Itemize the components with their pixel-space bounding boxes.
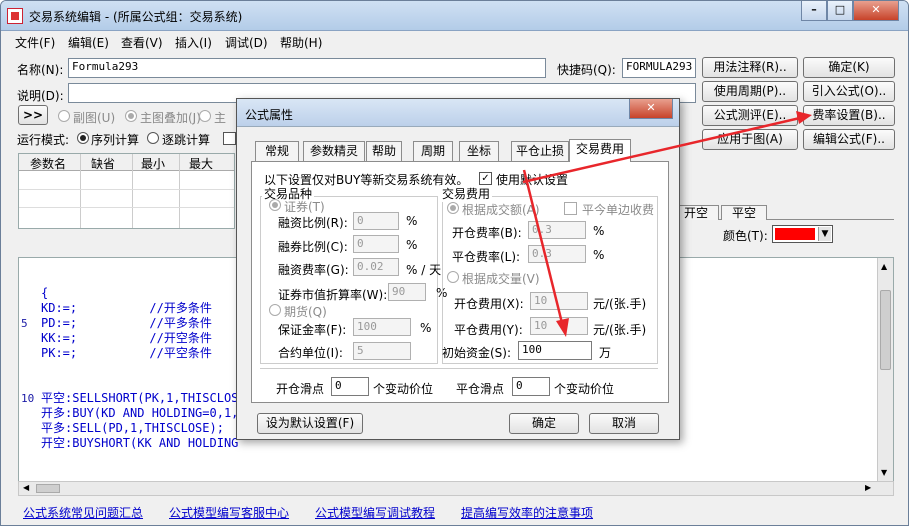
arrow-to-fee-button xyxy=(522,116,801,184)
annotation-arrows xyxy=(522,111,812,337)
arrow-to-capital xyxy=(522,169,564,324)
arrow-head-icon xyxy=(556,318,569,337)
arrow-head-icon xyxy=(796,111,812,124)
